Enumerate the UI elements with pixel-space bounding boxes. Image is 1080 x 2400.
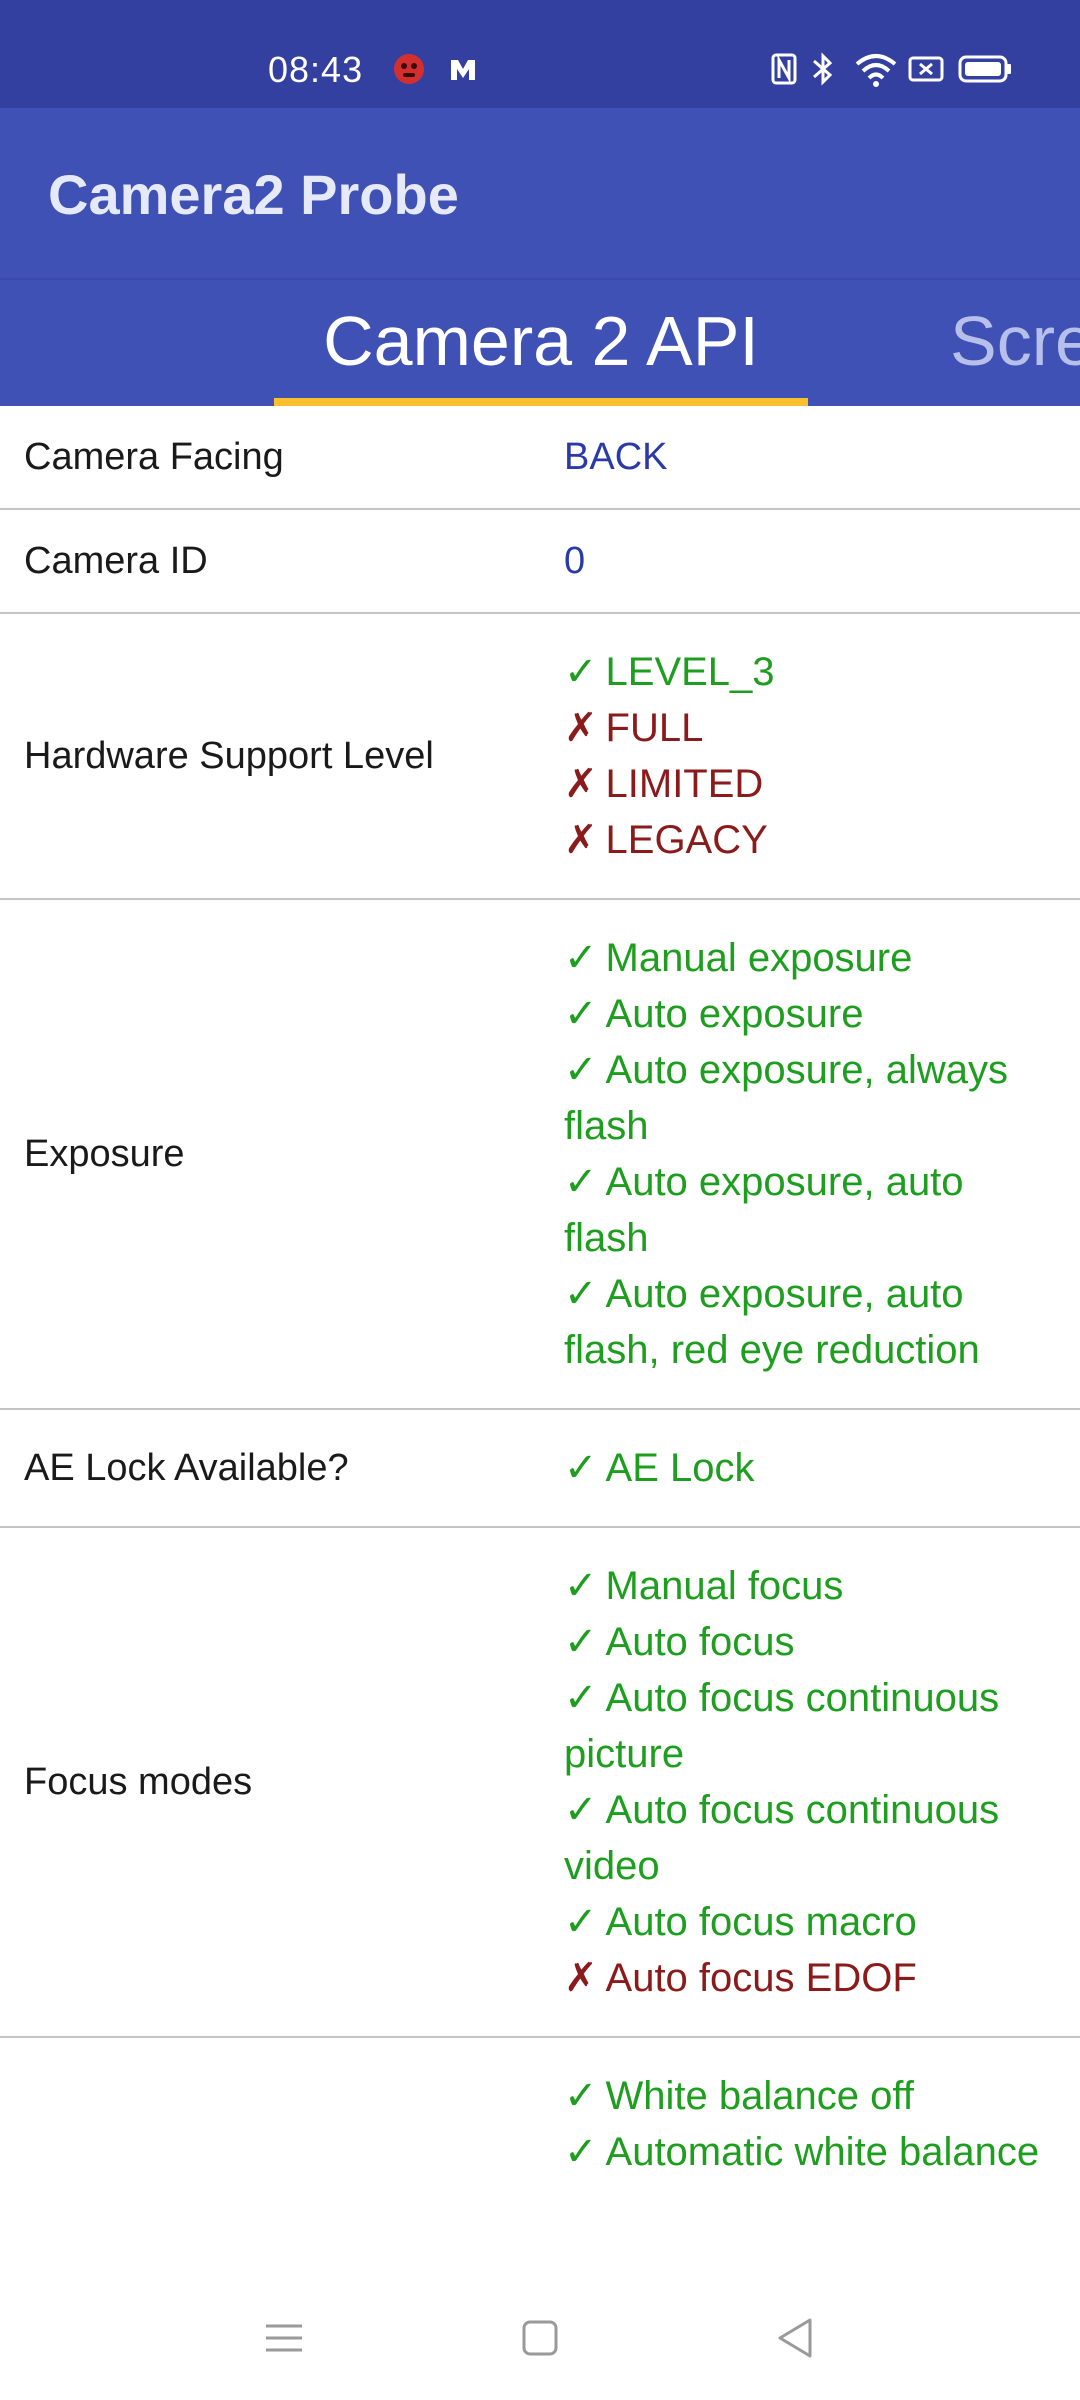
value-text: Auto focus [605, 1620, 795, 1664]
list-item: ✗ LIMITED [564, 756, 1056, 812]
list-item: ✓ Auto focus [564, 1614, 1056, 1670]
table-row: ✓ White balance off ✓ Automatic white bala… [0, 2038, 1080, 2210]
list-item: ✓ LEVEL_3 [564, 644, 1056, 700]
messenger-icon [451, 60, 475, 80]
value-text: Auto focus continuous picture [564, 1676, 1000, 1776]
check-icon: ✓ [564, 1899, 598, 1945]
value-text: Auto exposure, auto flash [564, 1160, 964, 1260]
list-item: ✓ Manual exposure [564, 930, 1056, 986]
list-item: ✗ LEGACY [564, 812, 1056, 868]
row-values: ✓ AE Lock [540, 1410, 1080, 1526]
tab-bar: Camera 2 API Scre [0, 278, 1080, 406]
screencast-icon [908, 56, 944, 82]
row-values: 0 [540, 538, 1080, 584]
value-text: FULL [605, 706, 704, 750]
list-item: ✓ Manual focus [564, 1558, 1056, 1614]
value-text: Manual exposure [605, 936, 913, 980]
check-icon: ✓ [564, 649, 598, 695]
check-icon: ✓ [564, 1159, 598, 1205]
table-row: Camera Facing BACK [0, 406, 1080, 510]
list-item: ✓ Auto exposure, auto flash, red eye redu… [564, 1266, 1056, 1378]
list-item: ✓ Automatic white balance [564, 2124, 1056, 2180]
value-text: Auto exposure, always flash [564, 1048, 1008, 1148]
check-icon: ✓ [564, 1675, 598, 1721]
cross-icon: ✗ [564, 1955, 598, 2001]
row-values: ✓ LEVEL_3 ✗ FULL ✗ LIMITED ✗ LEGACY [540, 614, 1080, 898]
check-icon: ✓ [564, 1619, 598, 1665]
value-text: White balance off [605, 2074, 914, 2118]
home-icon[interactable] [510, 2308, 570, 2368]
row-label: Hardware Support Level [24, 735, 434, 777]
app-notification-icon [394, 54, 424, 84]
check-icon: ✓ [564, 935, 598, 981]
row-value: 0 [564, 540, 586, 582]
battery-icon [958, 55, 1011, 83]
check-icon: ✓ [564, 2129, 598, 2175]
value-text: Automatic white balance [605, 2130, 1040, 2174]
check-icon: ✓ [564, 1445, 598, 1491]
row-label: Camera Facing [24, 436, 284, 478]
bluetooth-icon [813, 52, 833, 86]
check-icon: ✓ [564, 1047, 598, 1093]
value-text: Auto exposure, auto flash, red eye reduc… [564, 1272, 980, 1372]
list-item: ✓ Auto focus continuous picture [564, 1670, 1056, 1782]
list-item: ✓ Auto exposure, always flash [564, 1042, 1056, 1154]
value-text: LEVEL_3 [605, 650, 775, 694]
table-row: Hardware Support Level ✓ LEVEL_3 ✗ FULL ✗ L… [0, 614, 1080, 900]
value-text: Auto focus macro [605, 1900, 917, 1944]
table-row: Focus modes ✓ Manual focus ✓ Auto focus ✓ A… [0, 1528, 1080, 2038]
row-label: Exposure [24, 1133, 185, 1175]
value-text: Auto focus EDOF [605, 1956, 917, 2000]
value-text: LIMITED [605, 762, 764, 806]
list-item: ✓ Auto exposure, auto flash [564, 1154, 1056, 1266]
status-bar: 08:43 [0, 0, 1080, 108]
wifi-icon [855, 54, 897, 87]
check-icon: ✓ [564, 1271, 598, 1317]
list-item: ✗ FULL [564, 700, 1056, 756]
navigation-bar [0, 2270, 1080, 2400]
cross-icon: ✗ [564, 705, 598, 751]
row-values: ✓ White balance off ✓ Automatic white bala… [540, 2038, 1080, 2210]
cross-icon: ✗ [564, 761, 598, 807]
value-text: LEGACY [605, 818, 768, 862]
app-bar: Camera2 Probe [0, 108, 1080, 278]
table-row: AE Lock Available? ✓ AE Lock [0, 1410, 1080, 1528]
row-label: Camera ID [24, 540, 208, 582]
list-item: ✓ AE Lock [564, 1440, 1056, 1496]
list-item: ✓ Auto focus continuous video [564, 1782, 1056, 1894]
tab-camera-2-api[interactable]: Camera 2 API [274, 300, 808, 382]
table-row: Camera ID 0 [0, 510, 1080, 614]
list-item: ✗ Auto focus EDOF [564, 1950, 1056, 2006]
status-time: 08:43 [268, 49, 364, 90]
row-values: BACK [540, 434, 1080, 480]
list-item: ✓ White balance off [564, 2068, 1056, 2124]
nfc-icon [771, 53, 797, 85]
row-values: ✓ Manual focus ✓ Auto focus ✓ Auto focus co… [540, 1528, 1080, 2036]
check-icon: ✓ [564, 991, 598, 1037]
row-label: AE Lock Available? [24, 1447, 349, 1489]
value-text: Auto exposure [605, 992, 864, 1036]
menu-icon[interactable] [254, 2308, 314, 2368]
list-item: ✓ Auto focus macro [564, 1894, 1056, 1950]
tab-indicator [274, 398, 808, 406]
back-icon[interactable] [766, 2308, 826, 2368]
list-item: ✓ Auto exposure [564, 986, 1056, 1042]
value-text: Auto focus continuous video [564, 1788, 1000, 1888]
camera-properties-table: Camera Facing BACK Camera ID 0 Hardware … [0, 406, 1080, 2210]
row-value: BACK [564, 436, 668, 478]
row-values: ✓ Manual exposure ✓ Auto exposure ✓ Auto ex… [540, 900, 1080, 1408]
check-icon: ✓ [564, 2073, 598, 2119]
table-row: Exposure ✓ Manual exposure ✓ Auto exposure… [0, 900, 1080, 1410]
tab-screen[interactable]: Scre [950, 300, 1080, 382]
value-text: Manual focus [605, 1564, 844, 1608]
cross-icon: ✗ [564, 817, 598, 863]
check-icon: ✓ [564, 1787, 598, 1833]
row-label: Focus modes [24, 1761, 253, 1803]
app-title: Camera2 Probe [48, 163, 459, 226]
check-icon: ✓ [564, 1563, 598, 1609]
value-text: AE Lock [605, 1446, 755, 1490]
